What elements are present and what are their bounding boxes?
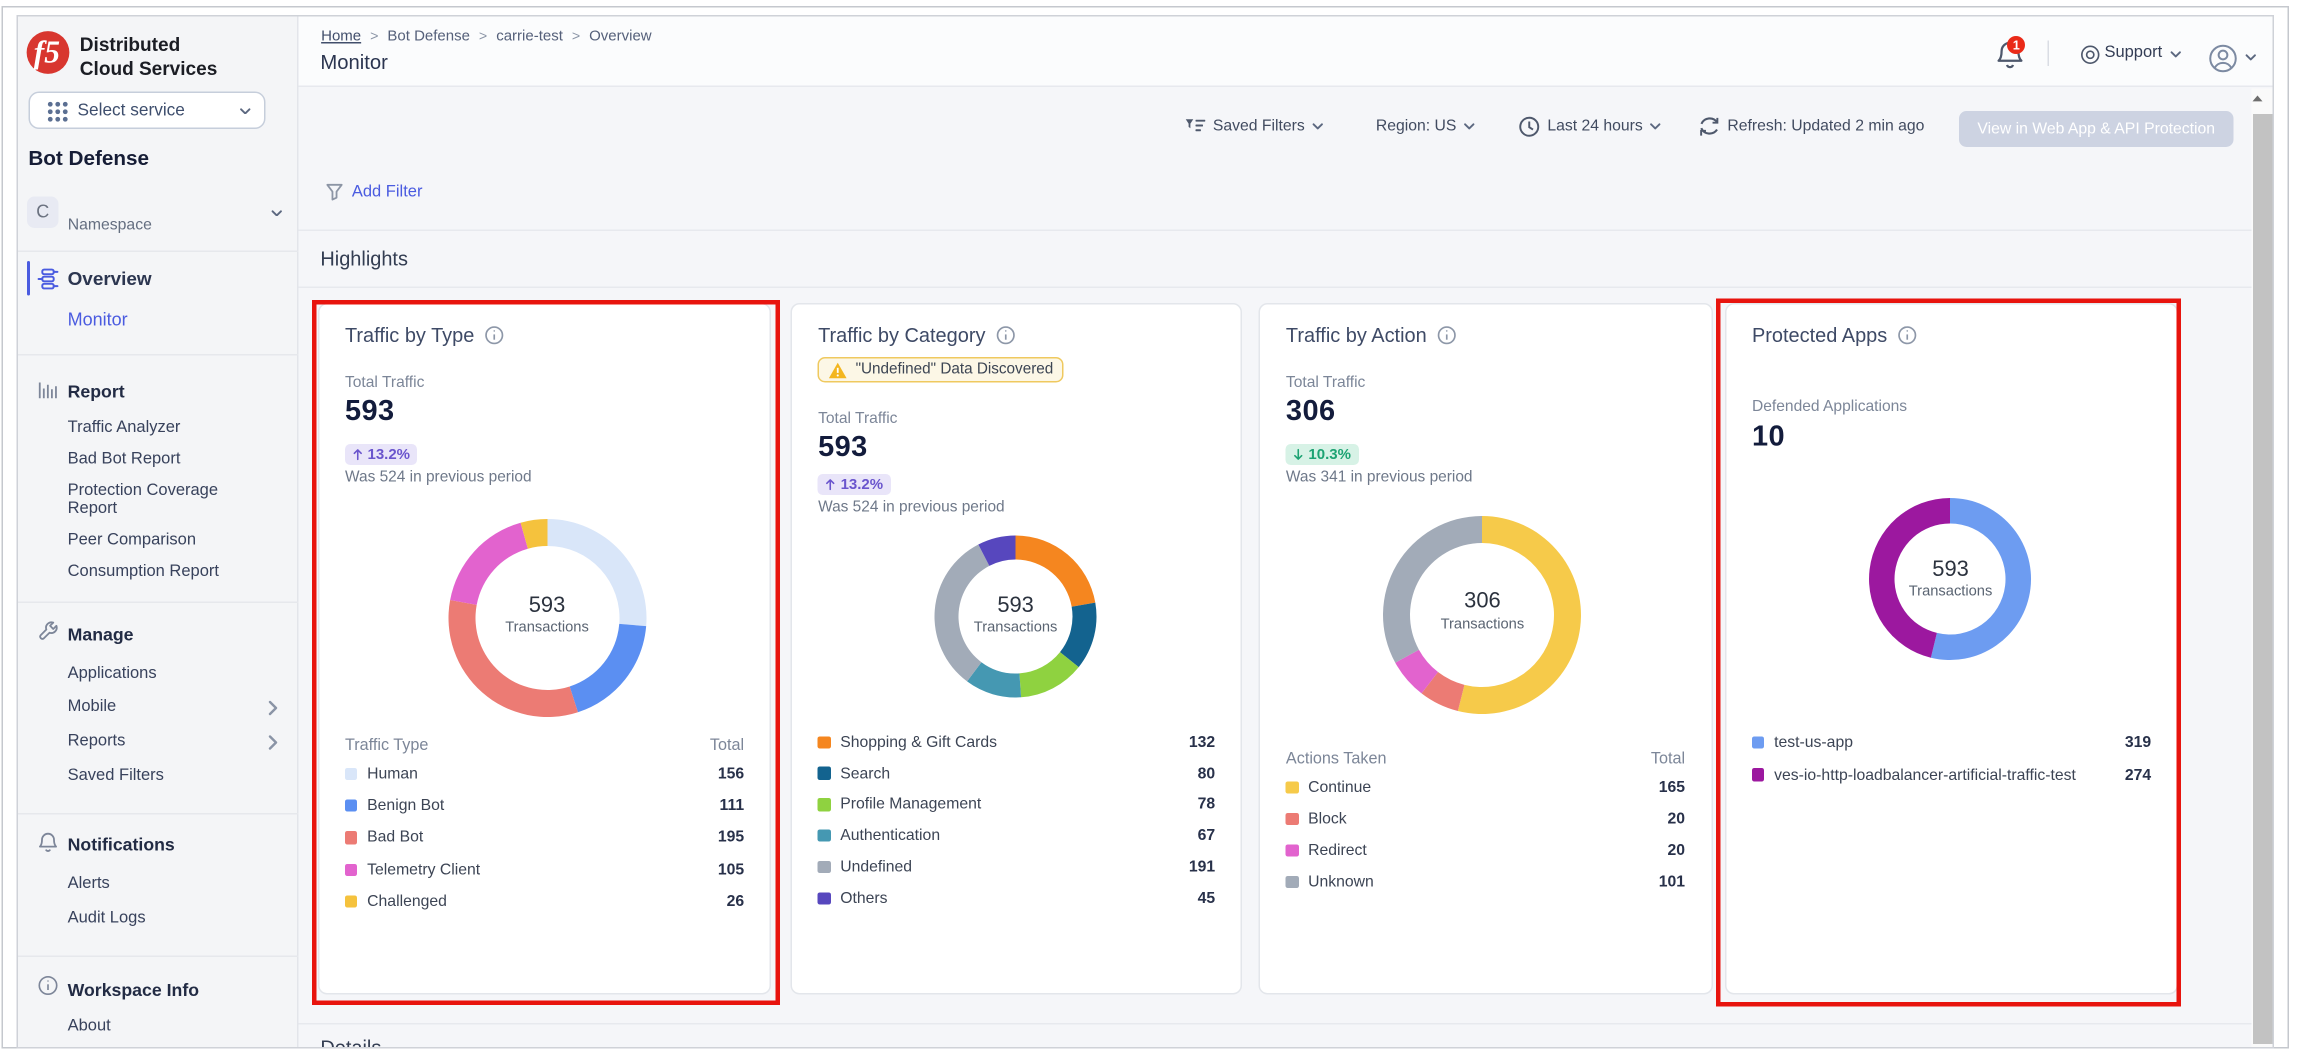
svg-text:f5: f5 — [33, 35, 59, 70]
